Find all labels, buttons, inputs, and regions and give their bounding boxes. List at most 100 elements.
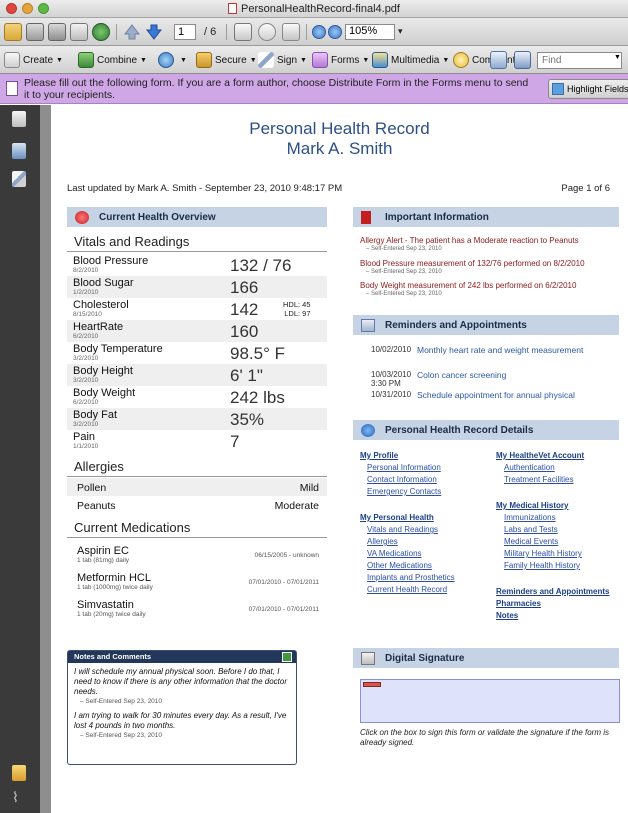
va-medications-link[interactable]: VA Medications [367, 549, 422, 558]
forms-message-bar: Please fill out the following form. If y… [0, 74, 628, 104]
appointment-date: 10/03/2010 3:30 PM [371, 370, 411, 388]
implants-and-prosthetics-link[interactable]: Implants and Prosthetics [367, 573, 455, 582]
share-button[interactable]: ▼ [158, 52, 187, 68]
authentication-link[interactable]: Authentication [504, 463, 555, 472]
my-profile-link[interactable]: My Profile [360, 451, 398, 460]
other-medications-link[interactable]: Other Medications [367, 561, 432, 570]
pdf-page: Personal Health Record Mark A. Smith Las… [51, 105, 628, 813]
appointment-link[interactable]: Monthly heart rate and weight measuremen… [417, 345, 583, 355]
window-title: PersonalHealthRecord-final4.pdf [0, 3, 628, 15]
secure-button[interactable]: Secure ▼ [196, 52, 257, 68]
vital-value: 35% [230, 410, 265, 429]
cholesterol-breakdown: HDL: 45 LDL: 97 [283, 300, 311, 318]
appointment-link[interactable]: Colon cancer screening [417, 370, 506, 380]
page-total-label: / 6 [204, 26, 217, 38]
next-page-icon[interactable] [145, 23, 163, 41]
allergies-link[interactable]: Allergies [367, 537, 398, 546]
emergency-contacts-link[interactable]: Emergency Contacts [367, 487, 441, 496]
vital-row-body-weight: Body Weight 6/2/2010 242 lbs [67, 386, 327, 408]
form-fields-panel-icon[interactable] [12, 765, 26, 781]
vital-value: 132 / 76 [230, 256, 292, 275]
signature-field[interactable] [360, 679, 620, 723]
medical-events-link[interactable]: Medical Events [504, 537, 558, 546]
patient-name: Mark A. Smith [286, 139, 393, 158]
important-information-header: Important Information [353, 207, 619, 227]
highlight-fields-button[interactable]: Highlight Fields [548, 79, 628, 99]
my-healthevet-account-link[interactable]: My HealtheVet Account [496, 451, 584, 460]
vitals-heading: Vitals and Readings [74, 234, 190, 249]
signature-help-text: Click on the box to sign this form or va… [360, 728, 610, 747]
vital-name: Pain [73, 431, 96, 443]
zoom-level-field[interactable]: 105% [345, 24, 395, 40]
toolbar-divider [306, 24, 307, 40]
find-field[interactable]: Find [537, 52, 622, 69]
zoom-out-icon[interactable] [312, 25, 326, 39]
military-health-history-link[interactable]: Military Health History [504, 549, 582, 558]
immunizations-link[interactable]: Immunizations [504, 513, 556, 522]
my-medical-history-link[interactable]: My Medical History [496, 501, 568, 510]
secure-label: Secure [215, 54, 247, 66]
vital-name: Body Height [73, 365, 133, 377]
vital-row-blood-sugar: Blood Sugar 1/2/2010 166 [67, 276, 327, 298]
signatures-panel-icon[interactable] [12, 171, 26, 187]
personal-information-link[interactable]: Personal Information [367, 463, 441, 472]
allergy-row: Peanuts Moderate [67, 496, 327, 514]
alert-meta: – Self-Entered Sep 23, 2010 [366, 246, 442, 252]
zoom-marquee-icon[interactable] [282, 23, 300, 41]
vitals-and-readings-link[interactable]: Vitals and Readings [367, 525, 438, 534]
reminders-and-appointments-link[interactable]: Reminders and Appointments [496, 587, 610, 596]
add-note-icon[interactable] [282, 652, 292, 662]
vital-date: 8/15/2010 [73, 311, 102, 318]
zoom-in-icon[interactable] [328, 25, 342, 39]
combine-button[interactable]: Combine ▼ [78, 52, 147, 68]
collaborate-icon[interactable] [92, 23, 110, 41]
notes-and-comments-box: Notes and Comments I will schedule my an… [67, 650, 297, 765]
find-options-dropdown-icon[interactable]: ▼ [614, 54, 621, 61]
my-personal-health-link[interactable]: My Personal Health [360, 513, 434, 522]
open-folder-icon[interactable] [4, 23, 22, 41]
pen-icon [258, 52, 274, 68]
forms-button[interactable]: Forms ▼ [312, 52, 369, 68]
select-tool-icon[interactable] [234, 23, 252, 41]
treatment-facilities-link[interactable]: Treatment Facilities [504, 475, 574, 484]
bookmarks-icon[interactable] [12, 143, 26, 159]
notes-header: Notes and Comments [68, 651, 296, 663]
family-health-history-link[interactable]: Family Health History [504, 561, 580, 570]
appointment-time: 3:30 PM [371, 379, 401, 388]
contact-information-link[interactable]: Contact Information [367, 475, 437, 484]
vital-value: 98.5° F [230, 344, 285, 363]
previous-page-icon[interactable] [123, 23, 141, 41]
notes-link[interactable]: Notes [496, 611, 518, 620]
pharmacies-link[interactable]: Pharmacies [496, 599, 541, 608]
page-thumbnails-icon[interactable] [12, 111, 26, 127]
digital-signature-header: Digital Signature [353, 648, 619, 668]
last-updated-text: Last updated by Mark A. Smith - Septembe… [67, 183, 343, 194]
vital-date: 3/2/2010 [73, 355, 99, 362]
create-button[interactable]: Create ▼ [4, 52, 63, 68]
appointment-link[interactable]: Schedule appointment for annual physical [417, 390, 575, 400]
vital-row-body-height: Body Height 3/2/2010 6' 1" [67, 364, 327, 386]
fit-page-icon[interactable] [514, 51, 531, 69]
current-health-record-link[interactable]: Current Health Record [367, 585, 447, 594]
document-view[interactable]: Personal Health Record Mark A. Smith Las… [40, 105, 628, 813]
hand-tool-icon[interactable] [258, 23, 276, 41]
vital-date: 6/2/2010 [73, 399, 99, 406]
print-icon[interactable] [26, 23, 44, 41]
forms-message-text: Please fill out the following form. If y… [24, 77, 529, 101]
appointment-date-text: 10/31/2010 [371, 390, 412, 399]
highlight-fields-icon [552, 83, 564, 95]
sign-button[interactable]: Sign ▼ [258, 52, 307, 68]
multimedia-button[interactable]: Multimedia ▼ [372, 52, 449, 68]
save-icon[interactable] [48, 23, 66, 41]
page-number-field[interactable] [174, 24, 196, 40]
email-icon[interactable] [70, 23, 88, 41]
attachments-paperclip-icon[interactable]: ⌇ [12, 789, 26, 805]
labs-and-tests-link[interactable]: Labs and Tests [504, 525, 558, 534]
save-form-icon[interactable] [490, 51, 507, 69]
zoom-dropdown-icon[interactable]: ▾ [398, 26, 403, 37]
vital-name: HeartRate [73, 321, 124, 333]
medications-divider [67, 537, 327, 538]
section-title: Personal Health Record Details [385, 424, 534, 436]
info-icon [361, 423, 375, 437]
vital-value: 7 [230, 432, 240, 451]
